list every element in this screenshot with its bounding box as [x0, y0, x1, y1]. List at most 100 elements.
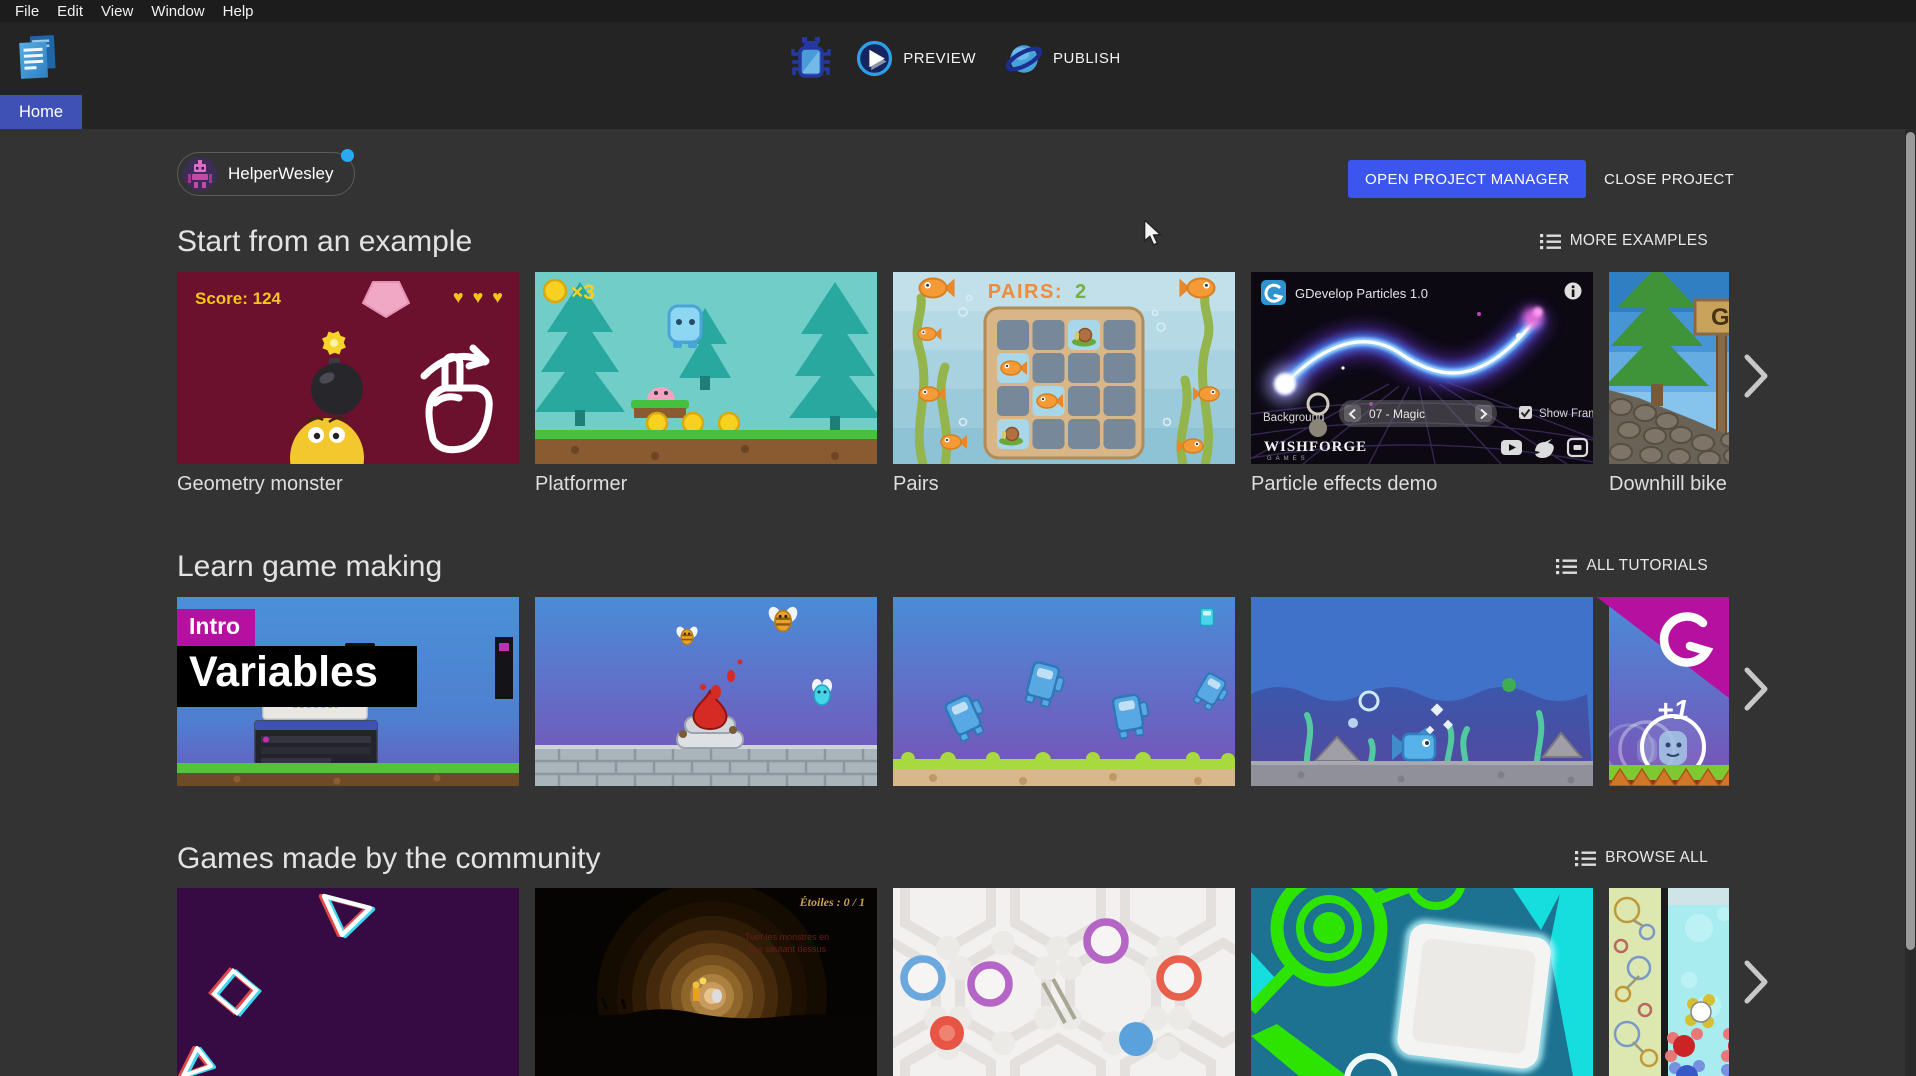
tutorial-events-thumbnail	[893, 597, 1235, 786]
particle-effects-thumbnail: GDevelop Particles 1.0 Background 07 - M…	[1251, 272, 1593, 464]
community-next-button[interactable]	[1734, 958, 1778, 1006]
tutorial-card-jumpstart[interactable]: Intro Jumpstart	[1251, 597, 1593, 786]
chemistry-art	[1609, 888, 1729, 1076]
all-tutorials-link[interactable]: ALL TUTORIALS	[1550, 556, 1714, 576]
debug-button[interactable]	[789, 36, 833, 82]
night-forest-thumbnail: Étoiles : 0 / 1 Tuer les monstres en leu…	[535, 888, 877, 1076]
debug-bug-icon	[789, 36, 833, 82]
example-card-particle-effects[interactable]: GDevelop Particles 1.0 Background 07 - M…	[1251, 272, 1593, 504]
menu-bar: File Edit View Window Help	[0, 0, 1916, 22]
tutorial-card-variables[interactable]: +1 Intro Var	[1609, 597, 1729, 786]
publish-planet-icon	[1005, 40, 1043, 78]
scrollbar-thumb[interactable]	[1906, 132, 1915, 950]
tutorial-card-events[interactable]: Intro Events	[893, 597, 1235, 786]
gdevelop-window: File Edit View Window Help	[0, 0, 1916, 1076]
menu-file[interactable]: File	[6, 2, 48, 21]
menu-view[interactable]: View	[92, 2, 142, 21]
example-card-downhill-bike[interactable]: GO Downhill bike	[1609, 272, 1729, 504]
gdevelop-badge-icon	[1261, 280, 1286, 305]
community-card-chemistry[interactable]	[1609, 888, 1729, 1076]
example-card-geometry-monster[interactable]: Score: 124 ♥ ♥ ♥	[177, 272, 519, 504]
examples-next-button[interactable]	[1734, 352, 1778, 400]
menu-help[interactable]: Help	[214, 2, 263, 21]
example-card-platformer[interactable]: ×3	[535, 272, 877, 504]
examples-carousel: Score: 124 ♥ ♥ ♥	[177, 272, 1729, 504]
mouse-cursor	[1143, 220, 1165, 246]
hex-rings-thumbnail	[893, 888, 1235, 1076]
tutorials-section-title: Learn game making	[177, 549, 442, 585]
example-card-label: Particle effects demo	[1251, 473, 1593, 496]
geometry-monster-thumbnail: Score: 124 ♥ ♥ ♥	[177, 272, 519, 464]
example-card-label: Downhill bike	[1609, 473, 1729, 496]
toolbar-center: PREVIEW PUBLISH	[0, 22, 1916, 95]
chevron-right-icon	[1743, 959, 1769, 1005]
forest-hint-line2: leur sautant dessus	[748, 944, 827, 954]
community-card-teal-square[interactable]	[1251, 888, 1593, 1076]
tutorial-objects-thumbnail	[535, 597, 877, 786]
community-section-title: Games made by the community	[177, 841, 601, 877]
menu-window[interactable]: Window	[142, 2, 213, 21]
downhill-bike-art: GO	[1609, 272, 1729, 464]
forest-hint-line1: Tuer les monstres en	[745, 932, 829, 942]
example-card-label: Pairs	[893, 473, 1235, 496]
example-card-label: Geometry monster	[177, 473, 519, 496]
example-card-pairs[interactable]: PAIRS: 2	[893, 272, 1235, 504]
tutorial-tag: Intro	[177, 609, 255, 647]
community-carousel: Étoiles : 0 / 1 Tuer les monstres en leu…	[177, 888, 1729, 1076]
geometry-hearts: ♥ ♥ ♥	[453, 287, 505, 307]
tutorial-card-objects[interactable]: Intro Objects	[535, 597, 877, 786]
night-forest-art: Étoiles : 0 / 1 Tuer les monstres en leu…	[535, 888, 877, 1076]
tab-home[interactable]: Home	[0, 95, 82, 129]
tutorials-next-button[interactable]	[1734, 665, 1778, 713]
tutorial-objects-art	[535, 597, 877, 786]
preview-button[interactable]: PREVIEW	[850, 39, 982, 78]
teal-square-art	[1251, 888, 1593, 1076]
publish-button[interactable]: PUBLISH	[999, 39, 1127, 79]
platformer-thumbnail: ×3	[535, 272, 877, 464]
all-tutorials-label: ALL TUTORIALS	[1586, 557, 1708, 575]
particles-preset-label: 07 - Magic	[1369, 407, 1425, 421]
pairs-thumbnail: PAIRS: 2	[893, 272, 1235, 464]
toolbar: PREVIEW PUBLISH	[0, 22, 1916, 95]
profile-chip[interactable]: HelperWesley	[177, 152, 355, 196]
teal-square-thumbnail	[1251, 888, 1593, 1076]
more-examples-link[interactable]: MORE EXAMPLES	[1534, 231, 1714, 251]
gdevelop-corner-logo	[1597, 597, 1729, 698]
examples-section-title: Start from an example	[177, 224, 472, 260]
neon-shapes-thumbnail	[177, 888, 519, 1076]
browse-all-link[interactable]: BROWSE ALL	[1569, 848, 1714, 868]
particles-title: GDevelop Particles 1.0	[1295, 286, 1428, 301]
notification-dot	[341, 149, 354, 162]
close-project-button[interactable]: CLOSE PROJECT	[1594, 160, 1744, 198]
community-card-night-forest[interactable]: Étoiles : 0 / 1 Tuer les monstres en leu…	[535, 888, 877, 1076]
downhill-sign-text: GO	[1711, 304, 1729, 331]
platformer-art: ×3	[535, 272, 877, 464]
pairs-art: PAIRS: 2	[893, 272, 1235, 464]
example-card-label: Platformer	[535, 473, 877, 496]
scrollbar-track[interactable]	[1905, 129, 1916, 1076]
pairs-caption: PAIRS:	[988, 281, 1063, 303]
preview-label: PREVIEW	[903, 50, 976, 67]
community-card-neon-shapes[interactable]	[177, 888, 519, 1076]
list-icon	[1556, 558, 1577, 575]
chevron-right-icon	[1743, 666, 1769, 712]
geometry-score: Score: 124	[195, 289, 282, 308]
menu-edit[interactable]: Edit	[48, 2, 92, 21]
more-examples-label: MORE EXAMPLES	[1570, 232, 1708, 250]
list-icon	[1575, 850, 1596, 867]
avatar	[183, 157, 217, 191]
youtube-icon	[1501, 440, 1522, 455]
pairs-count: 2	[1075, 281, 1086, 303]
particles-brand-sub: GAMES	[1267, 456, 1309, 462]
tutorials-carousel: Hi Intro Layout	[177, 597, 1729, 786]
forest-score: Étoiles : 0 / 1	[799, 895, 865, 909]
chevron-right-icon	[1743, 353, 1769, 399]
chemistry-thumbnail	[1609, 888, 1729, 1076]
particles-showframe-label: Show Frame	[1539, 408, 1593, 420]
tutorial-word: Variables	[177, 646, 398, 707]
tab-strip: Home	[0, 95, 1916, 129]
open-project-manager-button[interactable]: OPEN PROJECT MANAGER	[1348, 160, 1586, 198]
hex-rings-art	[893, 888, 1235, 1076]
community-card-hex-rings[interactable]	[893, 888, 1235, 1076]
play-icon	[856, 40, 893, 77]
